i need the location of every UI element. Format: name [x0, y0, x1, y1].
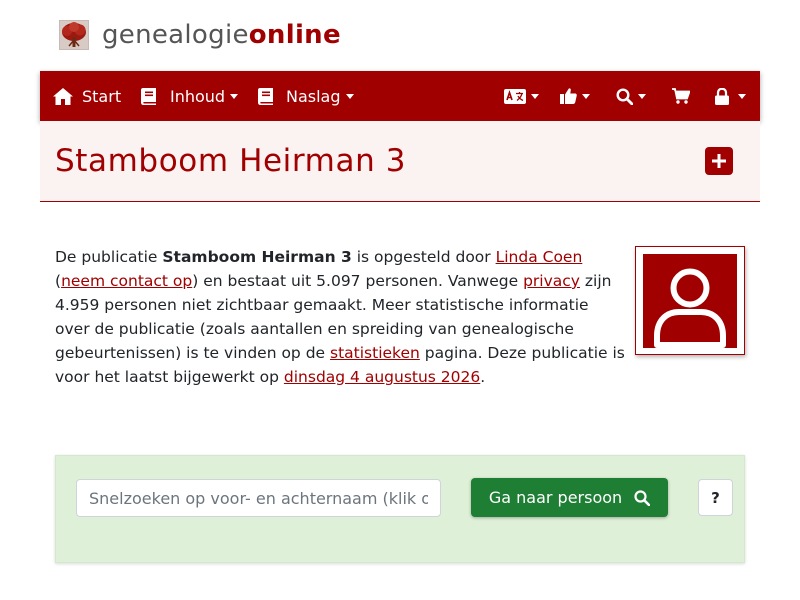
avatar-background	[643, 254, 737, 348]
statistics-link[interactable]: statistieken	[330, 344, 420, 362]
add-button[interactable]	[705, 147, 733, 175]
person-icon	[654, 268, 726, 348]
publication-name: Stamboom Heirman 3	[162, 248, 352, 266]
language-icon	[504, 88, 526, 104]
chevron-down-icon	[738, 93, 746, 99]
go-to-person-button[interactable]: Ga naar persoon	[471, 478, 668, 517]
quick-search-input[interactable]	[76, 479, 441, 517]
nav-inhoud-label: Inhoud	[170, 86, 226, 106]
intro-text: is opgesteld door	[351, 248, 496, 266]
plus-icon	[712, 154, 726, 168]
page-title: Stamboom Heirman 3	[55, 143, 407, 179]
publication-intro: De publicatie Stamboom Heirman 3 is opge…	[55, 245, 625, 389]
chevron-down-icon	[638, 93, 646, 99]
intro-text: ) en bestaat uit 5.097 personen. Vanwege	[192, 272, 524, 290]
main-navbar: Start Inhoud Naslag	[40, 71, 760, 121]
author-avatar[interactable]	[635, 246, 745, 355]
quick-search-panel: Ga naar persoon ?	[55, 455, 745, 563]
intro-text: .	[480, 368, 486, 386]
nav-account-dropdown[interactable]	[715, 71, 746, 121]
search-help-button[interactable]: ?	[698, 479, 733, 516]
nav-like-dropdown[interactable]	[560, 71, 590, 121]
book-icon	[258, 87, 273, 105]
chevron-down-icon	[230, 93, 239, 99]
title-bar: Stamboom Heirman 3	[40, 121, 760, 202]
cart-icon	[672, 88, 690, 104]
search-icon	[616, 87, 633, 105]
nav-naslag-dropdown[interactable]: Naslag	[258, 71, 354, 121]
book-icon	[141, 87, 156, 105]
nav-start[interactable]: Start	[53, 71, 121, 121]
chevron-down-icon	[531, 93, 539, 99]
lock-icon	[715, 87, 729, 105]
nav-cart[interactable]	[672, 71, 690, 121]
home-icon	[53, 87, 73, 105]
author-link[interactable]: Linda Coen	[496, 248, 583, 266]
nav-start-label: Start	[82, 86, 122, 106]
site-brand[interactable]: genealogieonline	[59, 18, 341, 52]
brand-name: genealogieonline	[102, 18, 341, 52]
last-updated-link[interactable]: dinsdag 4 augustus 2026	[284, 368, 480, 386]
chevron-down-icon	[345, 93, 354, 99]
chevron-down-icon	[582, 93, 590, 99]
search-icon	[634, 489, 651, 506]
nav-naslag-label: Naslag	[286, 86, 341, 106]
go-to-person-label: Ga naar persoon	[488, 488, 623, 507]
nav-search-dropdown[interactable]	[616, 71, 646, 121]
contact-link[interactable]: neem contact op	[61, 272, 192, 290]
privacy-link[interactable]: privacy	[523, 272, 580, 290]
intro-text: De publicatie	[55, 248, 163, 266]
nav-language-dropdown[interactable]	[504, 71, 539, 121]
thumbs-up-icon	[560, 88, 577, 104]
brand-name-part1: genealogie	[102, 20, 249, 50]
tree-logo-icon	[59, 20, 89, 50]
nav-inhoud-dropdown[interactable]: Inhoud	[141, 71, 239, 121]
brand-name-part2: online	[248, 20, 341, 50]
